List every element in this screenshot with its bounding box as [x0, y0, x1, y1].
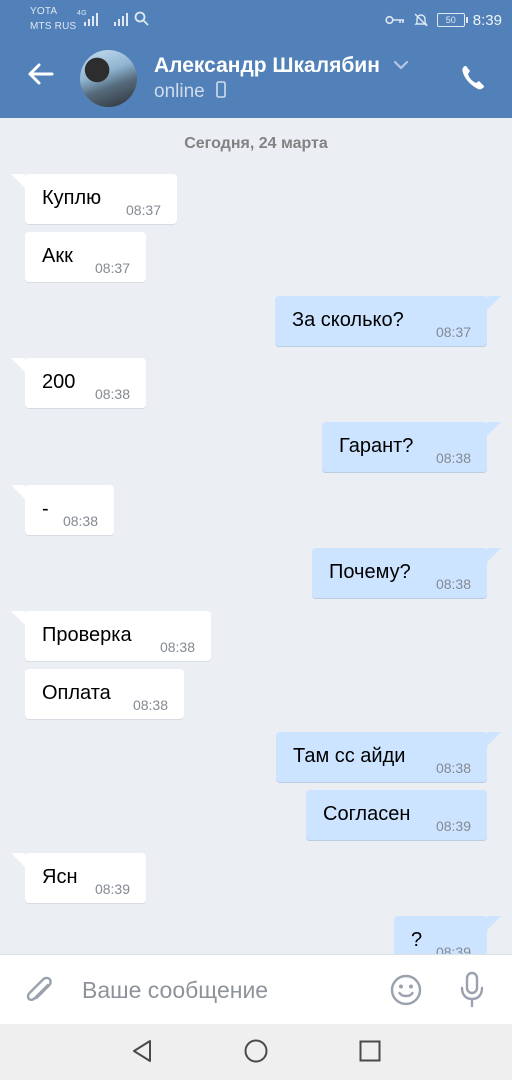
nav-recents-icon[interactable] — [358, 1038, 382, 1064]
message-composer: Ваше сообщение — [0, 954, 512, 1025]
top-bar: YOTA MTS RUS 4G 50 8:39 Александр Шкаляб… — [0, 0, 512, 118]
message-bubble-outgoing[interactable]: Гарант? 08:38 — [322, 422, 501, 472]
message-text: Куплю — [42, 187, 102, 209]
mute-icon — [414, 13, 428, 27]
chevron-down-icon[interactable] — [393, 60, 409, 70]
chat-header: Александр Шкалябин online — [0, 38, 512, 118]
message-text: Оплата — [42, 682, 111, 704]
message-time: 08:38 — [94, 386, 130, 402]
search-icon — [134, 11, 149, 26]
nav-back-icon[interactable] — [130, 1038, 154, 1064]
clock: 8:39 — [472, 11, 502, 29]
message-feed[interactable]: Сегодня, 24 марта Куплю 08:37 Акк 08:37 … — [0, 118, 512, 954]
phone-icon[interactable] — [460, 64, 486, 92]
message-time: 08:37 — [435, 324, 471, 340]
battery-icon: 50 — [436, 13, 468, 27]
message-bubble-incoming[interactable]: - 08:38 — [11, 485, 114, 535]
avatar[interactable] — [80, 50, 137, 107]
presence-status: online — [154, 81, 226, 103]
carrier-1-label: YOTA — [30, 6, 58, 17]
message-time: 08:38 — [435, 450, 471, 466]
presence-label: online — [154, 81, 205, 102]
message-bubble-outgoing[interactable]: ? 08:39 — [394, 916, 501, 954]
carrier-2-label: MTS RUS — [30, 21, 77, 32]
message-bubble-incoming[interactable]: Ясн 08:39 — [11, 853, 146, 903]
message-text: Почему? — [329, 561, 411, 583]
message-bubble-outgoing[interactable]: Почему? 08:38 — [312, 548, 501, 598]
message-input[interactable]: Ваше сообщение — [82, 977, 268, 1004]
message-time: 08:39 — [435, 818, 471, 834]
message-bubble-incoming[interactable]: Акк 08:37 — [25, 232, 146, 282]
message-bubble-outgoing[interactable]: Согласен 08:39 — [306, 790, 487, 840]
message-time: 08:39 — [435, 944, 471, 954]
message-time: 08:37 — [94, 260, 130, 276]
message-time: 08:39 — [94, 881, 130, 897]
message-time: 08:38 — [62, 513, 98, 529]
message-text: Там сс айди — [293, 745, 406, 767]
message-text: 200 — [42, 371, 76, 393]
message-text: За сколько? — [292, 309, 404, 331]
signal-1-icon — [84, 10, 102, 26]
message-time: 08:38 — [435, 576, 471, 592]
message-text: Проверка — [42, 624, 132, 646]
date-separator: Сегодня, 24 марта — [184, 135, 328, 152]
message-time: 08:38 — [132, 697, 168, 713]
key-icon — [385, 15, 404, 25]
microphone-icon[interactable] — [458, 971, 486, 1009]
message-time: 08:38 — [435, 760, 471, 776]
mobile-icon — [216, 81, 226, 98]
message-text: Согласен — [323, 803, 411, 825]
message-bubble-incoming[interactable]: 200 08:38 — [11, 358, 146, 408]
status-bar: YOTA MTS RUS 4G 50 8:39 — [0, 0, 512, 38]
message-text: ? — [411, 929, 423, 951]
back-arrow-icon[interactable] — [22, 56, 58, 92]
nav-home-icon[interactable] — [243, 1038, 269, 1064]
message-time: 08:38 — [159, 639, 195, 655]
emoji-icon[interactable] — [389, 973, 423, 1007]
message-bubble-incoming[interactable]: Оплата 08:38 — [25, 669, 184, 719]
message-text: Гарант? — [339, 435, 414, 457]
message-bubble-outgoing[interactable]: Там сс айди 08:38 — [276, 732, 501, 782]
message-bubble-outgoing[interactable]: За сколько? 08:37 — [275, 296, 501, 346]
message-bubble-incoming[interactable]: Куплю 08:37 — [11, 174, 177, 224]
signal-2-icon — [114, 10, 132, 26]
message-text: Ясн — [42, 866, 78, 888]
paperclip-icon[interactable] — [24, 973, 56, 1007]
message-text: Акк — [42, 245, 73, 267]
system-navigation-bar — [0, 1024, 512, 1080]
message-text: - — [42, 498, 49, 520]
contact-name[interactable]: Александр Шкалябин — [154, 54, 380, 78]
message-bubble-incoming[interactable]: Проверка 08:38 — [11, 611, 211, 661]
message-time: 08:37 — [125, 202, 161, 218]
